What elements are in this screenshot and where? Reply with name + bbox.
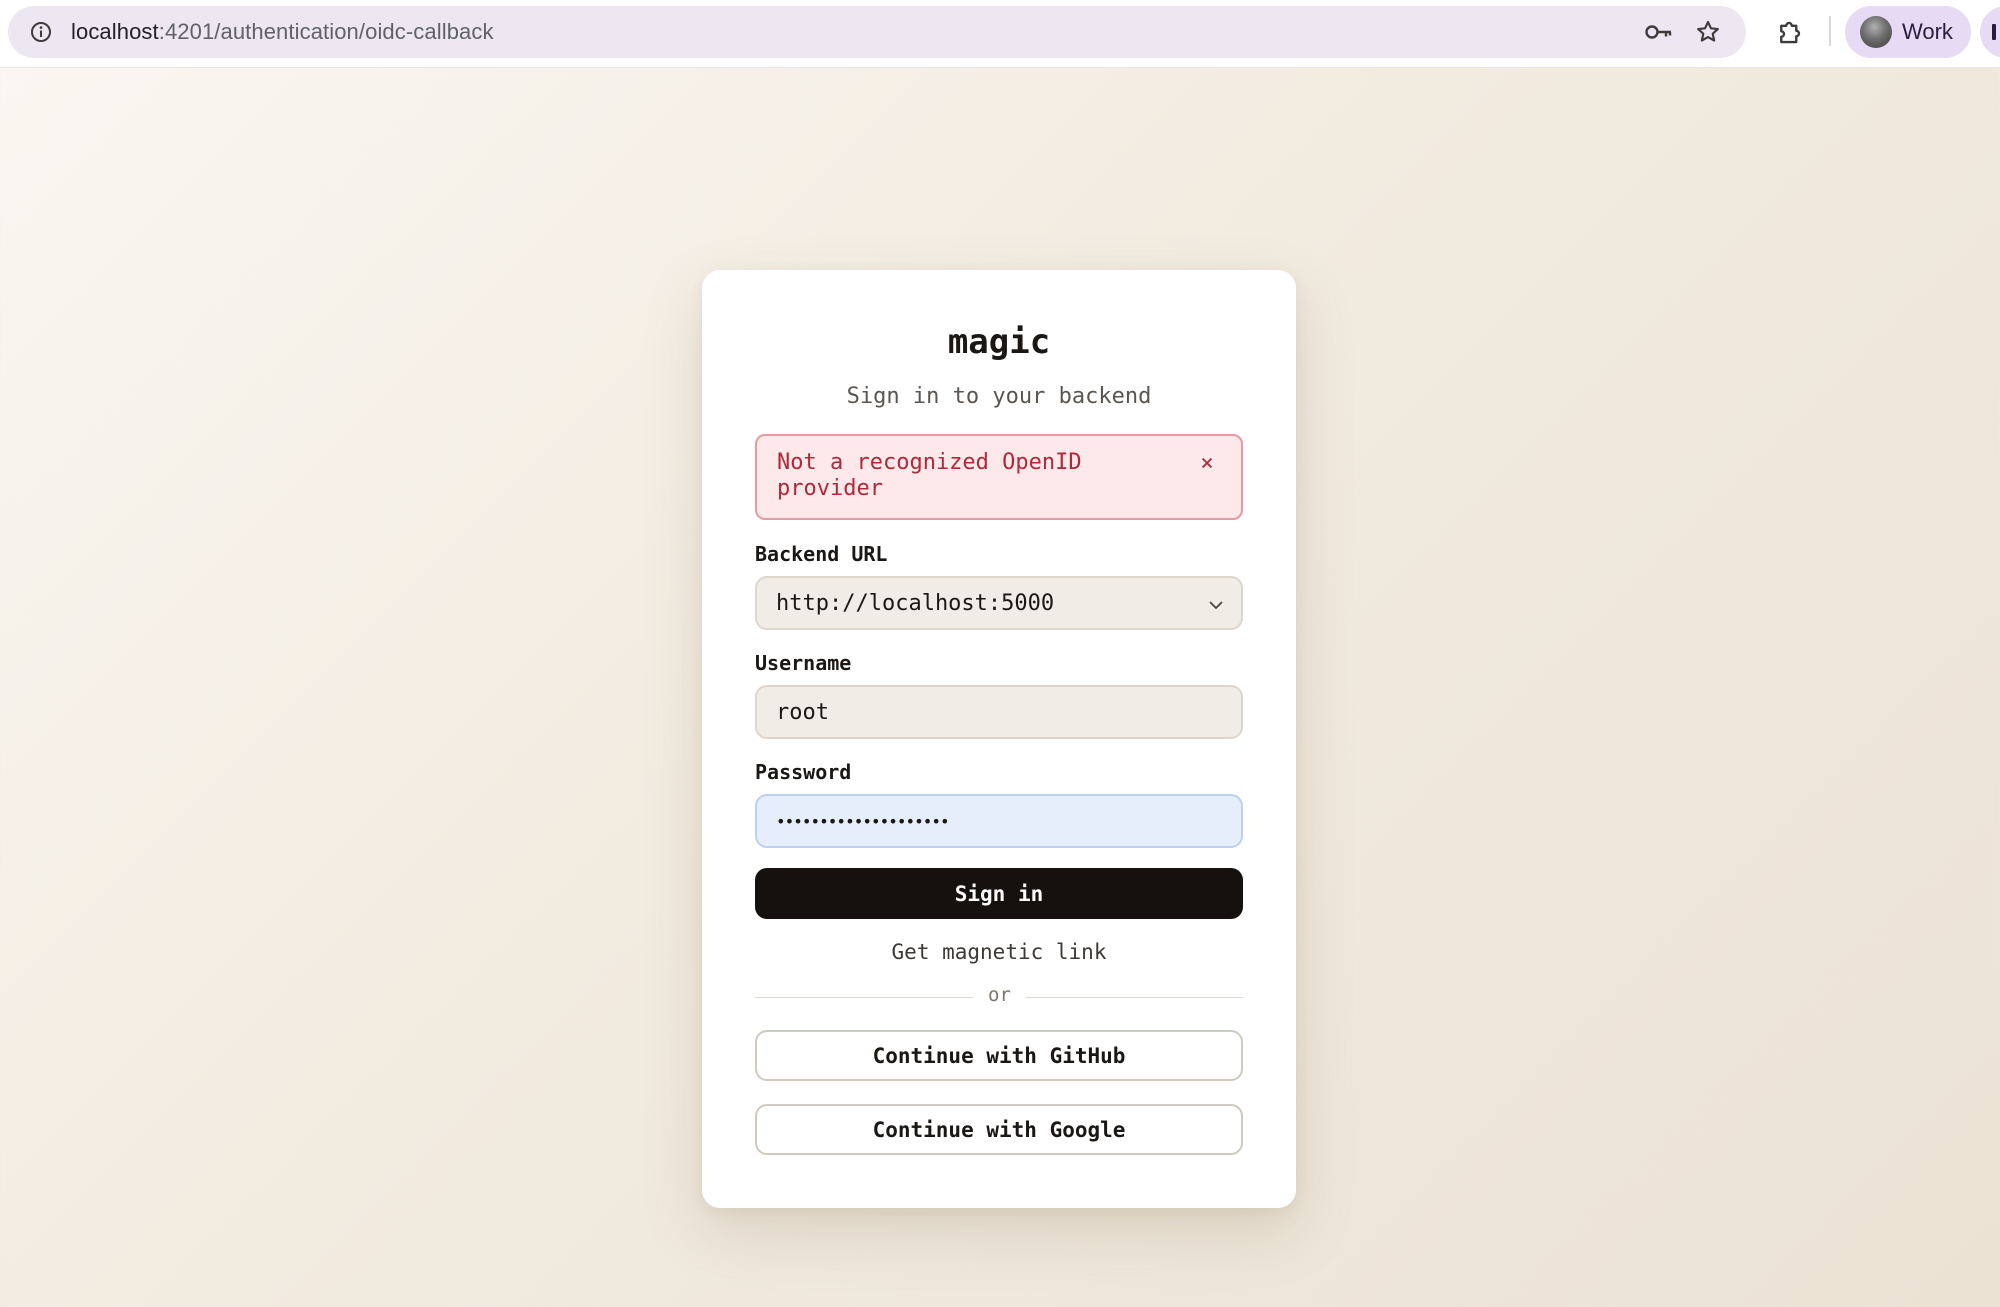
close-icon[interactable]: × xyxy=(1195,452,1219,476)
url-path: :4201/authentication/oidc-callback xyxy=(158,19,494,44)
chevron-down-icon xyxy=(1207,595,1225,613)
site-info-icon[interactable] xyxy=(27,18,55,46)
backend-url-label: Backend URL xyxy=(755,542,888,566)
magic-link-button[interactable]: Get magnetic link xyxy=(702,940,1296,964)
username-label: Username xyxy=(755,651,852,675)
backend-url-select[interactable]: http://localhost:5000 xyxy=(755,576,1243,630)
profile-avatar xyxy=(1860,16,1892,48)
browser-menu-button[interactable] xyxy=(1980,6,2000,58)
github-signin-button[interactable]: Continue with GitHub xyxy=(755,1030,1243,1081)
username-input[interactable]: root xyxy=(755,685,1243,739)
password-key-icon[interactable] xyxy=(1644,19,1672,45)
divider-line-left xyxy=(755,997,973,998)
url-host: localhost xyxy=(71,19,159,44)
google-signin-button[interactable]: Continue with Google xyxy=(755,1104,1243,1155)
page-subtitle: Sign in to your backend xyxy=(846,384,1152,409)
error-alert: Not a recognized OpenID provider × xyxy=(755,434,1243,520)
sign-in-button[interactable]: Sign in xyxy=(755,868,1243,919)
browser-toolbar: localhost:4201/authentication/oidc-callb… xyxy=(0,0,2000,68)
username-value: root xyxy=(776,699,829,725)
toolbar-separator xyxy=(1829,16,1831,46)
url-text[interactable]: localhost:4201/authentication/oidc-callb… xyxy=(71,19,494,45)
divider-label: or xyxy=(988,984,1011,1006)
extensions-puzzle-icon[interactable] xyxy=(1775,17,1805,47)
password-masked-value: •••••••••••••••••••• xyxy=(776,811,950,831)
error-message: Not a recognized OpenID provider xyxy=(777,450,1082,501)
app-title: magic xyxy=(947,322,1051,362)
login-card: magic Sign in to your backend Not a reco… xyxy=(702,270,1296,1208)
address-bar[interactable]: localhost:4201/authentication/oidc-callb… xyxy=(8,6,1746,58)
backend-url-value: http://localhost:5000 xyxy=(776,590,1055,616)
profile-chip[interactable]: Work xyxy=(1845,6,1971,58)
password-label: Password xyxy=(755,760,852,784)
bookmark-star-icon[interactable] xyxy=(1695,19,1721,45)
divider-line-right xyxy=(1026,997,1243,998)
password-input[interactable]: •••••••••••••••••••• xyxy=(755,794,1243,848)
profile-label: Work xyxy=(1902,19,1953,44)
